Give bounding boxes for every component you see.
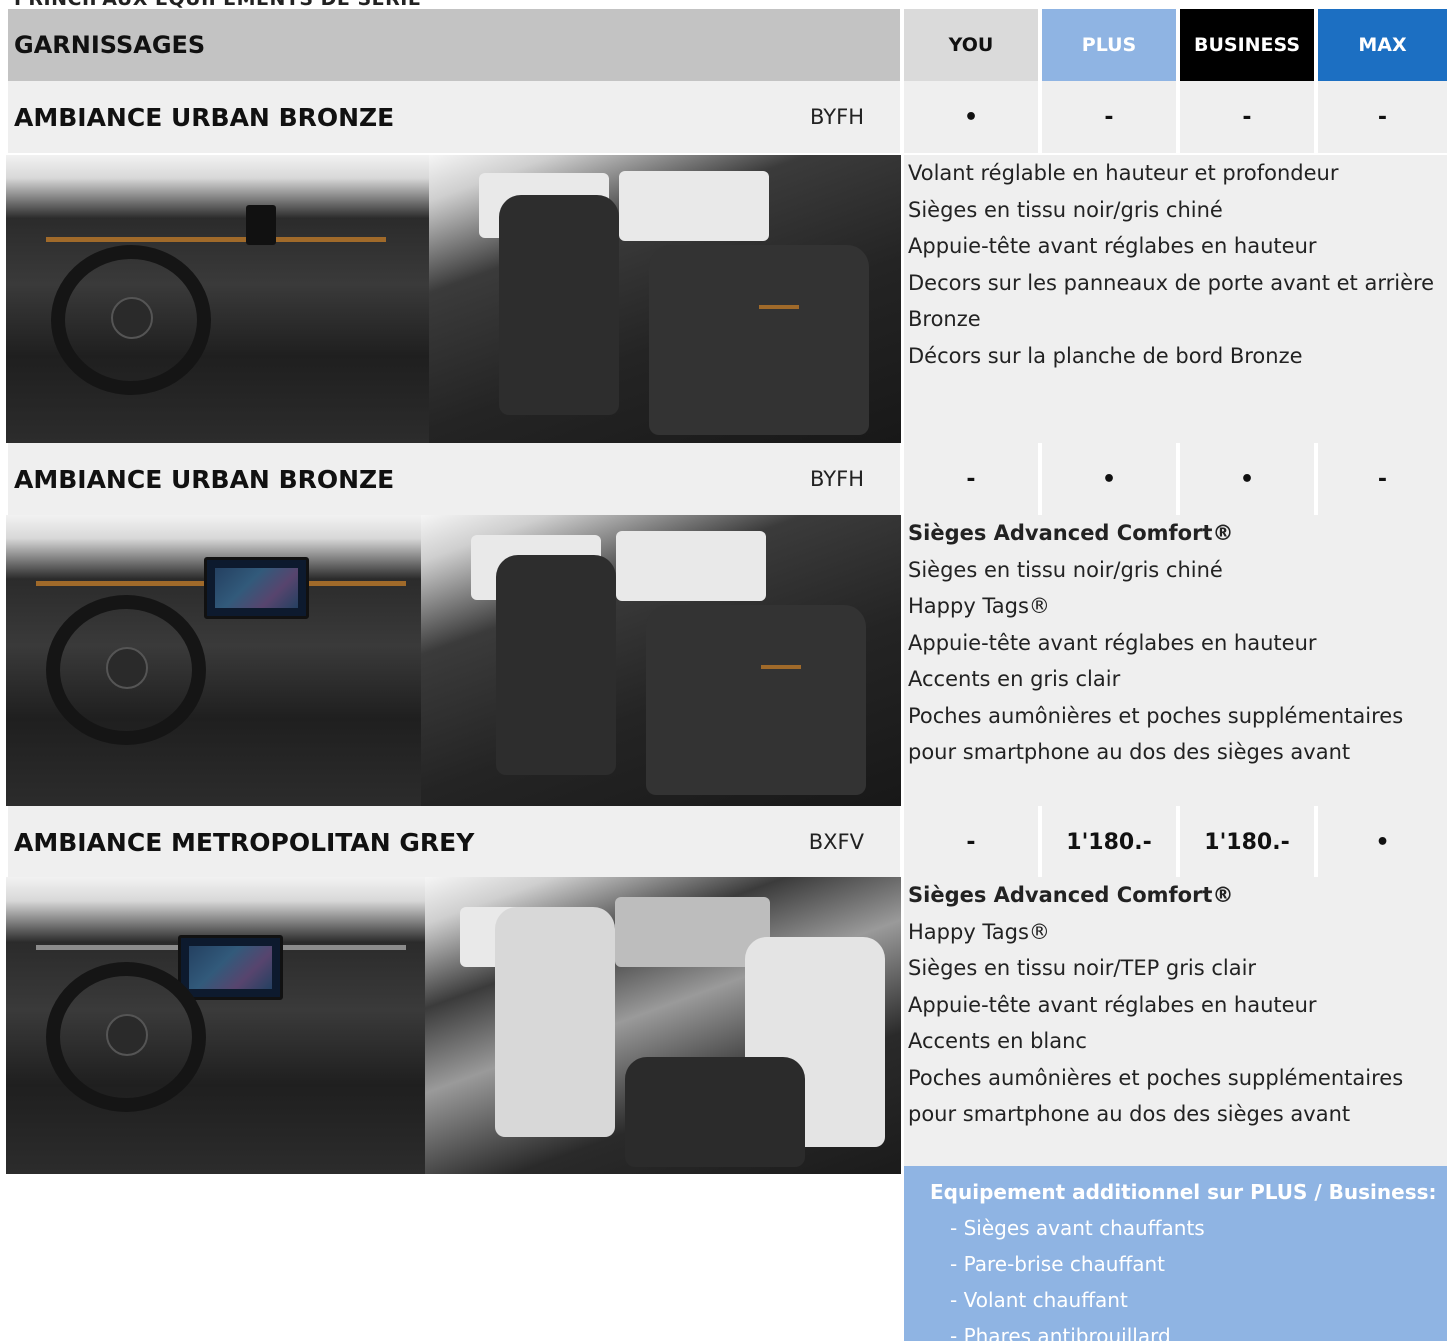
availability-plus: • [1042, 443, 1176, 515]
availability-max: • [1318, 806, 1447, 878]
additional-equipment-item: - Volant chauffant [950, 1288, 1128, 1312]
feature-line: Happy Tags® [908, 919, 1050, 944]
ambiance-name-row-3: AMBIANCE METROPOLITAN GREY BXFV [8, 806, 900, 878]
dashboard-photo [6, 877, 425, 1174]
availability-you: - [904, 806, 1038, 878]
feature-line: Accents en blanc [908, 1029, 1087, 1053]
additional-equipment-item: - Pare-brise chauffant [950, 1252, 1166, 1276]
trim-header-business: BUSINESS [1180, 9, 1314, 81]
ambiance-name: AMBIANCE URBAN BRONZE [14, 102, 395, 132]
feature-line: Volant réglable en hauteur et profondeur [908, 161, 1339, 185]
feature-line: Sièges en tissu noir/gris chiné [908, 197, 1223, 222]
feature-line: Happy Tags® [908, 594, 1050, 618]
trim-header-max: MAX [1318, 9, 1447, 81]
ambiance-code: BYFH [810, 467, 864, 491]
feature-line: Bronze [908, 307, 981, 331]
ambiance-code: BYFH [810, 105, 864, 129]
feature-line: Sièges en tissu noir/gris chiné [908, 557, 1223, 582]
page-heading: PRINCIPAUX ÉQUIPEMENTS DE SÉRIE [14, 0, 421, 8]
availability-plus: 1'180.- [1042, 806, 1176, 878]
features-row-1: Volant réglable en hauteur et profondeur… [904, 155, 1447, 443]
feature-line: Poches aumônières et poches supplémentai… [908, 703, 1404, 728]
availability-business: • [1180, 443, 1314, 515]
availability-max: - [1318, 443, 1447, 515]
feature-line: Appuie-tête avant réglabes en hauteur [908, 630, 1317, 655]
availability-business: 1'180.- [1180, 806, 1314, 878]
additional-equipment-item: - Sièges avant chauffants [950, 1216, 1205, 1240]
seats-photo [429, 155, 901, 443]
trim-header-you: YOU [904, 9, 1038, 81]
ambiance-code: BXFV [808, 830, 864, 854]
additional-equipment-item: - Phares antibrouillard [950, 1324, 1171, 1341]
feature-line: Appuie-tête avant réglabes en hauteur [908, 234, 1317, 258]
ambiance-name-row-1: AMBIANCE URBAN BRONZE BYFH [8, 81, 900, 153]
feature-line: pour smartphone au dos des sièges avant [908, 740, 1351, 764]
feature-line: Poches aumônières et poches supplémentai… [908, 1065, 1404, 1090]
ambiance-name-row-2: AMBIANCE URBAN BRONZE BYFH [8, 443, 900, 515]
feature-line: Appuie-tête avant réglabes en hauteur [908, 992, 1317, 1017]
additional-equipment-box: Equipement additionnel sur PLUS / Busine… [904, 1166, 1447, 1341]
feature-line-bold: Sièges Advanced Comfort® [908, 883, 1234, 907]
availability-max: - [1318, 81, 1447, 153]
features-row-3: Sièges Advanced Comfort® Happy Tags® Siè… [904, 877, 1447, 1166]
feature-line: Accents en gris clair [908, 667, 1121, 691]
feature-line: Decors sur les panneaux de porte avant e… [908, 270, 1435, 295]
availability-you: - [904, 443, 1038, 515]
trim-header-plus: PLUS [1042, 9, 1176, 81]
feature-line: pour smartphone au dos des sièges avant [908, 1102, 1351, 1126]
ambiance-name: AMBIANCE METROPOLITAN GREY [14, 827, 475, 857]
features-row-2: Sièges Advanced Comfort® Sièges en tissu… [904, 515, 1447, 806]
feature-line-bold: Sièges Advanced Comfort® [908, 521, 1234, 545]
availability-you: • [904, 81, 1038, 153]
additional-equipment-title: Equipement additionnel sur PLUS / Busine… [930, 1180, 1437, 1204]
dashboard-photo [6, 155, 429, 443]
dashboard-photo [6, 515, 421, 806]
ambiance-name: AMBIANCE URBAN BRONZE [14, 464, 395, 494]
seats-photo [421, 515, 901, 806]
seats-photo [425, 877, 901, 1174]
section-title: GARNISSAGES [8, 9, 900, 81]
availability-plus: - [1042, 81, 1176, 153]
feature-line: Sièges en tissu noir/TEP gris clair [908, 956, 1257, 980]
availability-business: - [1180, 81, 1314, 153]
feature-line: Décors sur la planche de bord Bronze [908, 343, 1303, 368]
